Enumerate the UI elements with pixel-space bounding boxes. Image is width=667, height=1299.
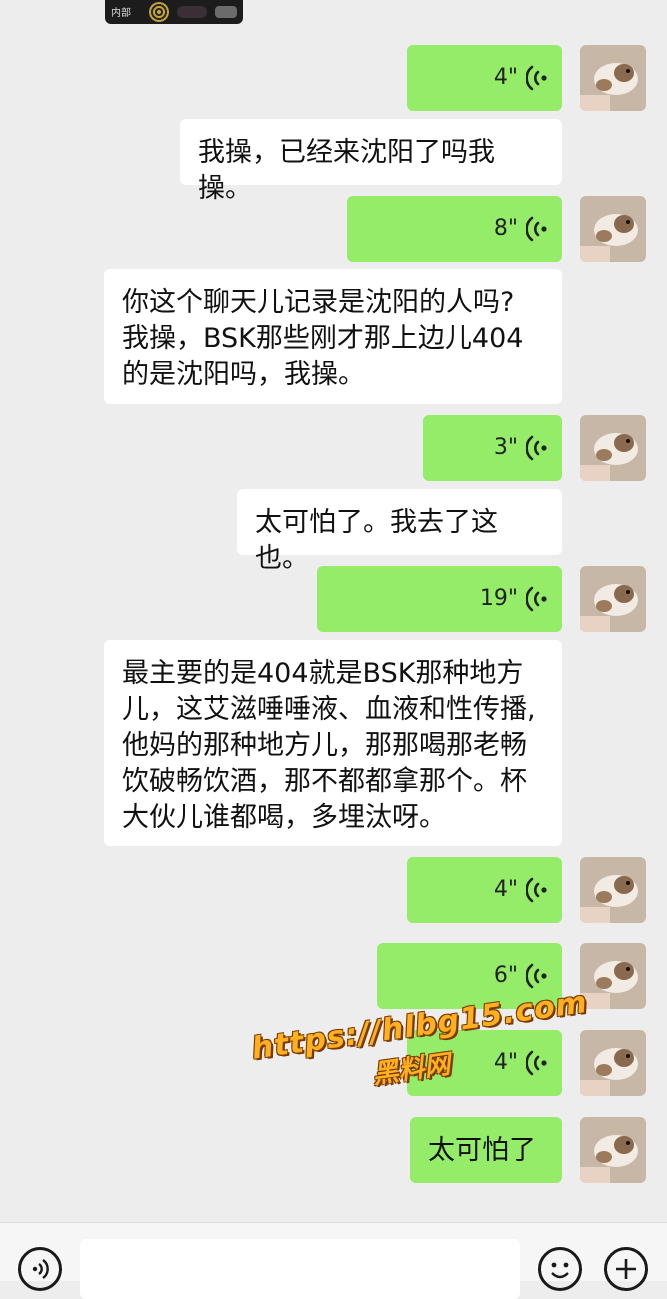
voice-wave-icon bbox=[526, 877, 547, 903]
message-input[interactable] bbox=[80, 1239, 520, 1299]
input-bar bbox=[0, 1222, 667, 1299]
received-message[interactable]: 最主要的是404就是BSK那种地方 儿，这艾滋唾唾液、血液和性传播, 他妈的那种… bbox=[104, 640, 562, 846]
voice-duration: 3" bbox=[493, 435, 518, 460]
message-line: 他妈的那种地方儿，那那喝那老畅 bbox=[122, 730, 527, 761]
received-message[interactable]: 你这个聊天儿记录是沈阳的人吗? 我操，BSK那些刚才那上边儿404 的是沈阳吗，… bbox=[104, 269, 562, 404]
voice-wave-icon bbox=[526, 216, 547, 242]
voice-message[interactable]: 8" bbox=[347, 196, 562, 262]
thumbnail-tag: 内部 bbox=[111, 8, 131, 19]
received-message[interactable]: 太可怕了。我去了这也。 bbox=[237, 489, 562, 574]
voice-message[interactable]: 3" bbox=[423, 415, 562, 481]
thumbnail-graphic bbox=[177, 6, 207, 18]
sender-avatar[interactable] bbox=[580, 943, 646, 1009]
sender-avatar[interactable] bbox=[580, 566, 646, 632]
voice-message[interactable]: 4" bbox=[407, 857, 562, 923]
sender-avatar[interactable] bbox=[580, 196, 646, 262]
spiral-graphic bbox=[149, 2, 169, 22]
voice-wave-icon bbox=[526, 586, 547, 612]
watermark: https://hlbg15.com 黑料网 bbox=[250, 985, 590, 1131]
voice-wave-icon bbox=[526, 435, 547, 461]
sent-message[interactable]: 太可怕了 bbox=[410, 1117, 562, 1183]
voice-duration: 4" bbox=[493, 877, 518, 902]
message-line: 我操，BSK那些刚才那上边儿404 bbox=[122, 323, 524, 354]
image-thumbnail[interactable]: 内部 bbox=[105, 0, 243, 24]
sender-avatar[interactable] bbox=[580, 857, 646, 923]
voice-wave-icon bbox=[526, 65, 547, 91]
message-line: 你这个聊天儿记录是沈阳的人吗? bbox=[122, 287, 515, 318]
emoji-icon[interactable] bbox=[538, 1247, 582, 1291]
sender-avatar[interactable] bbox=[580, 45, 646, 111]
voice-duration: 6" bbox=[493, 963, 518, 988]
message-line: 的是沈阳吗，我操。 bbox=[122, 359, 365, 390]
voice-duration: 4" bbox=[493, 65, 518, 90]
message-line: 饮破畅饮酒，那不都都拿那个。杯 bbox=[122, 766, 527, 797]
voice-icon[interactable] bbox=[18, 1247, 62, 1291]
message-line: 儿，这艾滋唾唾液、血液和性传播, bbox=[122, 694, 536, 725]
voice-message[interactable]: 19" bbox=[317, 566, 562, 632]
thumbnail-graphic bbox=[215, 6, 237, 18]
voice-wave-icon bbox=[526, 963, 547, 989]
sender-avatar[interactable] bbox=[580, 1030, 646, 1096]
voice-message[interactable]: 4" bbox=[407, 45, 562, 111]
received-message[interactable]: 我操，已经来沈阳了吗我操。 bbox=[180, 119, 562, 204]
plus-icon[interactable] bbox=[604, 1247, 648, 1291]
voice-duration: 8" bbox=[493, 216, 518, 241]
voice-duration: 19" bbox=[479, 586, 518, 611]
message-line: 大伙儿谁都喝，多埋汰呀。 bbox=[122, 802, 446, 833]
message-line: 最主要的是404就是BSK那种地方 bbox=[122, 658, 524, 689]
message-line: 太可怕了 bbox=[428, 1135, 536, 1166]
sender-avatar[interactable] bbox=[580, 1117, 646, 1183]
sender-avatar[interactable] bbox=[580, 415, 646, 481]
